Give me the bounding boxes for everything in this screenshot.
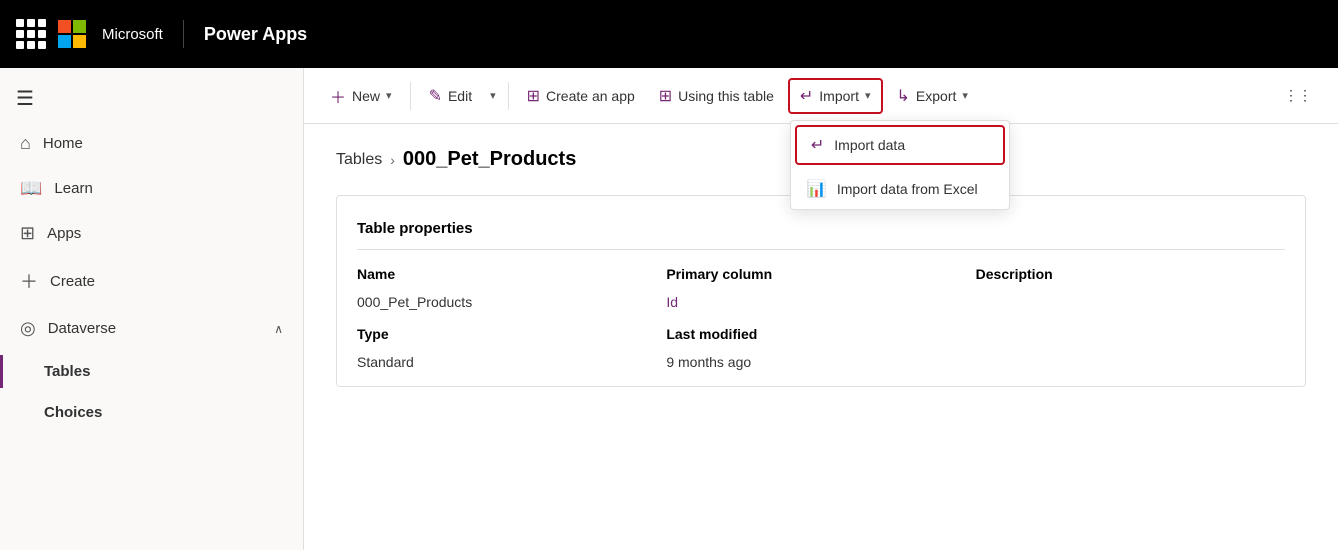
breadcrumb-current: 000_Pet_Products: [403, 148, 576, 171]
main-panel: ＋ New ▾ ✎ Edit ▾ ⊞ Create an app ⊞ Using…: [304, 68, 1338, 550]
sidebar-choices-label: Choices: [44, 404, 102, 421]
create-icon: ＋: [20, 268, 38, 294]
more-icon: ⋮⋮: [1284, 87, 1312, 104]
sidebar-apps-label: Apps: [47, 225, 81, 242]
edit-button[interactable]: ✎ Edit: [419, 80, 483, 112]
name-header: Name: [357, 266, 666, 290]
import-data-icon: ↵: [811, 135, 824, 155]
sidebar-create-label: Create: [50, 273, 95, 290]
import-excel-icon: 📊: [807, 179, 827, 199]
create-app-label: Create an app: [546, 88, 635, 104]
sidebar-item-dataverse[interactable]: ◎ Dataverse ∧: [0, 306, 303, 351]
import-chevron-icon: ▾: [865, 89, 871, 102]
breadcrumb-link[interactable]: Tables: [336, 151, 382, 169]
chevron-up-icon: ∧: [274, 322, 283, 336]
learn-icon: 📖: [20, 178, 42, 199]
create-app-icon: ⊞: [527, 86, 540, 106]
using-table-icon: ⊞: [659, 86, 672, 106]
description-header: Description: [976, 266, 1285, 290]
sidebar: ☰ ⌂ Home 📖 Learn ⊞ Apps ＋ Create ◎ Datav…: [0, 68, 304, 550]
import-button[interactable]: ↵ Import ▾ ↵ Import data 📊 Import data f…: [788, 78, 883, 114]
type-header: Type: [357, 310, 666, 350]
sidebar-tables-label: Tables: [44, 363, 90, 380]
edit-label: Edit: [448, 88, 472, 104]
breadcrumb-separator: ›: [390, 152, 395, 168]
create-app-button[interactable]: ⊞ Create an app: [517, 80, 645, 112]
last-modified-header: Last modified: [666, 310, 975, 350]
using-table-button[interactable]: ⊞ Using this table: [649, 80, 784, 112]
import-data-label: Import data: [834, 137, 905, 153]
toolbar-divider-1: [410, 82, 411, 110]
description-value: [976, 290, 1285, 310]
export-icon: ↳: [897, 86, 910, 106]
edit-chevron-icon[interactable]: ▾: [486, 89, 500, 102]
using-table-label: Using this table: [678, 88, 774, 104]
more-options-button[interactable]: ⋮⋮: [1274, 81, 1322, 110]
home-icon: ⌂: [20, 133, 31, 154]
hamburger-icon: ☰: [16, 88, 34, 110]
sidebar-item-learn[interactable]: 📖 Learn: [0, 166, 303, 211]
sidebar-learn-label: Learn: [54, 180, 92, 197]
primary-column-header: Primary column: [666, 266, 975, 290]
import-dropdown: ↵ Import data 📊 Import data from Excel: [790, 120, 1010, 210]
microsoft-brand: Microsoft: [102, 26, 163, 43]
primary-value: Id: [666, 290, 975, 310]
import-icon: ↵: [800, 86, 813, 106]
sidebar-item-choices[interactable]: Choices: [0, 392, 303, 433]
sidebar-item-home[interactable]: ⌂ Home: [0, 121, 303, 166]
sidebar-home-label: Home: [43, 135, 83, 152]
app-name: Power Apps: [204, 24, 307, 45]
toolbar-divider-2: [508, 82, 509, 110]
import-excel-item[interactable]: 📊 Import data from Excel: [791, 169, 1009, 209]
import-excel-label: Import data from Excel: [837, 181, 978, 197]
apps-icon: ⊞: [20, 223, 35, 244]
import-label: Import: [819, 88, 859, 104]
sidebar-dataverse-label: Dataverse: [48, 320, 116, 337]
edit-icon: ✎: [429, 86, 442, 106]
sidebar-item-apps[interactable]: ⊞ Apps: [0, 211, 303, 256]
name-value: 000_Pet_Products: [357, 290, 666, 310]
last-modified-value: 9 months ago: [666, 350, 975, 370]
waffle-icon[interactable]: [16, 19, 46, 49]
new-chevron-icon: ▾: [386, 89, 392, 102]
dataverse-icon: ◎: [20, 318, 36, 339]
topbar: Microsoft Power Apps: [0, 0, 1338, 68]
new-label: New: [352, 88, 380, 104]
table-properties-card: Table properties Name Primary column Des…: [336, 195, 1306, 387]
toolbar: ＋ New ▾ ✎ Edit ▾ ⊞ Create an app ⊞ Using…: [304, 68, 1338, 124]
type-value: Standard: [357, 350, 666, 370]
table-props-grid: Name Primary column Description 000_Pet_…: [357, 266, 1285, 370]
main-layout: ☰ ⌂ Home 📖 Learn ⊞ Apps ＋ Create ◎ Datav…: [0, 68, 1338, 550]
export-chevron-icon: ▾: [962, 89, 968, 102]
sidebar-item-tables[interactable]: Tables: [0, 351, 303, 392]
import-data-item[interactable]: ↵ Import data: [795, 125, 1005, 165]
export-button[interactable]: ↳ Export ▾: [887, 80, 978, 112]
table-props-title: Table properties: [357, 212, 1285, 250]
sidebar-toggle[interactable]: ☰: [0, 76, 303, 121]
topbar-divider: [183, 20, 184, 48]
export-label: Export: [916, 88, 956, 104]
sidebar-item-create[interactable]: ＋ Create: [0, 256, 303, 306]
microsoft-logo: [58, 20, 86, 48]
plus-icon: ＋: [330, 84, 346, 108]
new-button[interactable]: ＋ New ▾: [320, 78, 402, 114]
